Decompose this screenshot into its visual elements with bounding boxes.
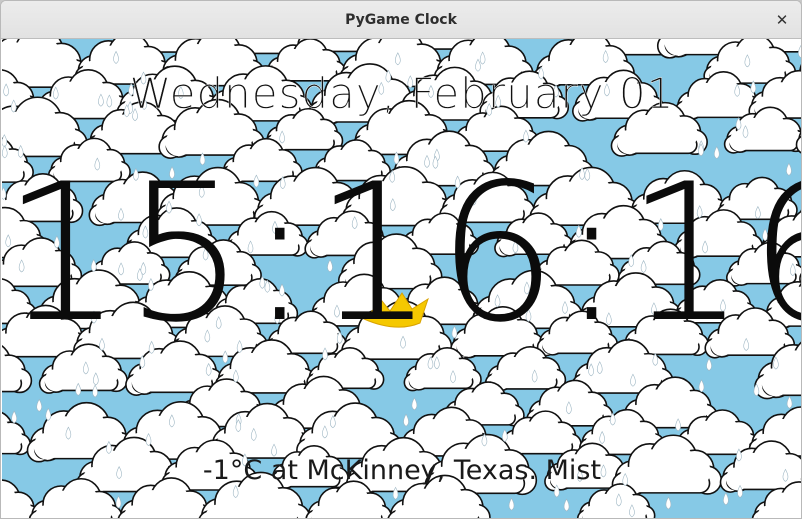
- raindrop-shape: [698, 379, 705, 393]
- date-label: Wednesday, February 01: [129, 69, 675, 118]
- raindrop-shape: [563, 498, 570, 512]
- raindrop-shape: [45, 407, 52, 421]
- raindrop-shape: [11, 410, 17, 424]
- close-button[interactable]: ✕: [771, 9, 793, 31]
- raindrop-shape: [36, 398, 43, 412]
- raindrop-shape: [403, 413, 409, 427]
- time-label: 15:16:16: [2, 143, 802, 364]
- title-bar[interactable]: PyGame Clock ✕: [1, 1, 801, 39]
- close-icon: ✕: [775, 11, 789, 29]
- weather-label: -1°C at McKinney, Texas. Mist: [202, 455, 602, 486]
- raindrop-shape: [508, 497, 515, 511]
- window-title: PyGame Clock: [345, 11, 457, 28]
- app-window: PyGame Clock ✕ Wednesday, February 01 15…: [0, 0, 802, 519]
- raindrop-shape: [723, 492, 729, 506]
- raindrop-shape: [786, 395, 793, 409]
- raindrop-shape: [501, 428, 508, 442]
- clock-canvas: Wednesday, February 01 15:16:16 -1°C at …: [2, 39, 802, 518]
- raindrop-shape: [665, 496, 672, 510]
- raindrop-shape: [115, 495, 122, 509]
- raindrop-shape: [411, 397, 418, 411]
